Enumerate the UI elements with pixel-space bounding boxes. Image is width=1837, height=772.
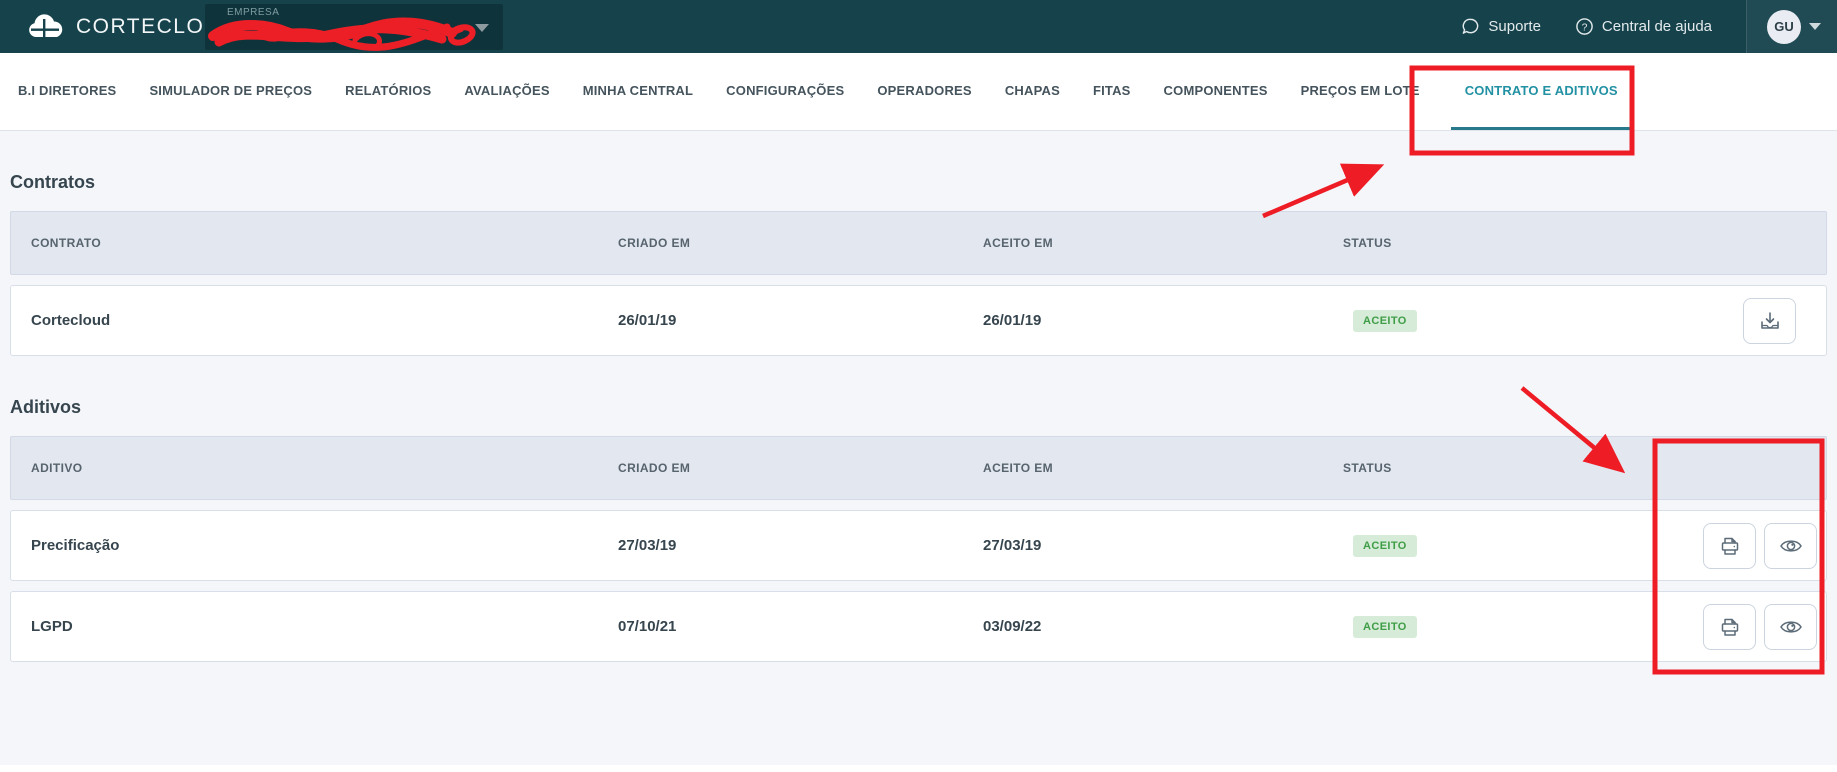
- table-row-precificacao: Precificação 27/03/19 27/03/19 ACEITO: [10, 510, 1827, 581]
- bottom-strip: [0, 765, 1837, 772]
- column-header-status: STATUS: [1343, 236, 1392, 250]
- tab-fitas[interactable]: FITAS: [1091, 53, 1133, 130]
- help-center-label: Central de ajuda: [1601, 18, 1712, 35]
- addendum-created-date: 27/03/19: [618, 537, 677, 554]
- printer-icon: [1721, 537, 1738, 555]
- column-header-criado-em: CRIADO EM: [618, 236, 691, 250]
- tab-relatorios[interactable]: RELATÓRIOS: [343, 53, 433, 130]
- column-header-contrato: CONTRATO: [31, 236, 102, 250]
- column-header-status: STATUS: [1343, 461, 1392, 475]
- download-icon: [1760, 311, 1779, 329]
- cloud-logo-icon: [29, 13, 63, 37]
- download-contract-button[interactable]: [1743, 297, 1796, 344]
- support-label: Suporte: [1488, 18, 1541, 35]
- avatar: GU: [1767, 9, 1801, 44]
- column-header-aditivo: ADITIVO: [31, 461, 83, 475]
- addendum-accepted-date: 03/09/22: [983, 618, 1042, 635]
- tab-componentes[interactable]: COMPONENTES: [1162, 53, 1270, 130]
- question-circle-icon: ?: [1576, 18, 1593, 35]
- column-header-aceito-em: ACEITO EM: [983, 236, 1054, 250]
- addenda-section-title: Aditivos: [10, 397, 82, 417]
- company-selector[interactable]: EMPRESA: [205, 4, 503, 51]
- tab-configuracoes[interactable]: CONFIGURAÇÕES: [724, 53, 846, 130]
- addendum-name: Precificação: [31, 537, 120, 554]
- chevron-down-icon: [1809, 23, 1821, 30]
- status-badge: ACEITO: [1353, 309, 1417, 332]
- tab-operadores[interactable]: OPERADORES: [875, 53, 973, 130]
- table-row-cortecloud: Cortecloud 26/01/19 26/01/19 ACEITO: [10, 285, 1827, 356]
- chat-bubble-icon: [1463, 18, 1479, 34]
- column-header-aceito-em: ACEITO EM: [983, 461, 1054, 475]
- status-cell: ACEITO: [1343, 534, 1703, 557]
- view-addendum-button[interactable]: [1764, 522, 1817, 569]
- addenda-table-header: ADITIVO CRIADO EM ACEITO EM STATUS: [10, 436, 1827, 500]
- table-row-lgpd: LGPD 07/10/21 03/09/22 ACEITO: [10, 591, 1827, 662]
- actions-cell: [1703, 603, 1831, 650]
- addendum-accepted-date: 27/03/19: [983, 537, 1042, 554]
- tab-simulador-de-precos[interactable]: SIMULADOR DE PREÇOS: [147, 53, 314, 130]
- top-header: CORTECLOUD EMPRESA Suporte ? Central de …: [0, 0, 1837, 53]
- contracts-section-title: Contratos: [10, 172, 95, 192]
- redaction-scribble: [208, 17, 476, 51]
- addendum-created-date: 07/10/21: [618, 618, 677, 635]
- eye-icon: [1779, 539, 1802, 552]
- print-addendum-button[interactable]: [1703, 603, 1756, 650]
- tab-chapas[interactable]: CHAPAS: [1003, 53, 1062, 130]
- contract-created-date: 26/01/19: [618, 312, 677, 329]
- tab-minha-central[interactable]: MINHA CENTRAL: [581, 53, 695, 130]
- contract-accepted-date: 26/01/19: [983, 312, 1042, 329]
- user-menu[interactable]: GU: [1747, 0, 1837, 53]
- main-nav: B.I DIRETORES SIMULADOR DE PREÇOS RELATÓ…: [0, 53, 1837, 131]
- eye-icon: [1779, 620, 1802, 633]
- topbar-right: Suporte ? Central de ajuda GU: [1461, 0, 1837, 53]
- support-link[interactable]: Suporte: [1461, 17, 1541, 36]
- tab-bi-diretores[interactable]: B.I DIRETORES: [16, 53, 118, 130]
- actions-cell: [1703, 522, 1831, 569]
- content-area: Contratos CONTRATO CRIADO EM ACEITO EM S…: [0, 171, 1837, 662]
- status-cell: ACEITO: [1343, 309, 1703, 332]
- view-addendum-button[interactable]: [1764, 603, 1817, 650]
- contract-name: Cortecloud: [31, 312, 111, 329]
- tab-avaliacoes[interactable]: AVALIAÇÕES: [462, 53, 551, 130]
- status-badge: ACEITO: [1353, 534, 1417, 557]
- tab-contrato-e-aditivos[interactable]: CONTRATO E ADITIVOS: [1450, 53, 1632, 130]
- print-addendum-button[interactable]: [1703, 522, 1756, 569]
- contracts-table-header: CONTRATO CRIADO EM ACEITO EM STATUS: [10, 211, 1827, 275]
- status-badge: ACEITO: [1353, 615, 1417, 638]
- chevron-down-icon: [475, 24, 489, 32]
- status-cell: ACEITO: [1343, 615, 1703, 638]
- tab-precos-em-lote[interactable]: PREÇOS EM LOTE: [1299, 53, 1422, 130]
- column-header-criado-em: CRIADO EM: [618, 461, 691, 475]
- actions-cell: [1703, 297, 1826, 344]
- printer-icon: [1721, 618, 1738, 636]
- svg-text:?: ?: [1582, 22, 1588, 33]
- addendum-name: LGPD: [31, 618, 73, 635]
- help-center-link[interactable]: ? Central de ajuda: [1575, 17, 1712, 36]
